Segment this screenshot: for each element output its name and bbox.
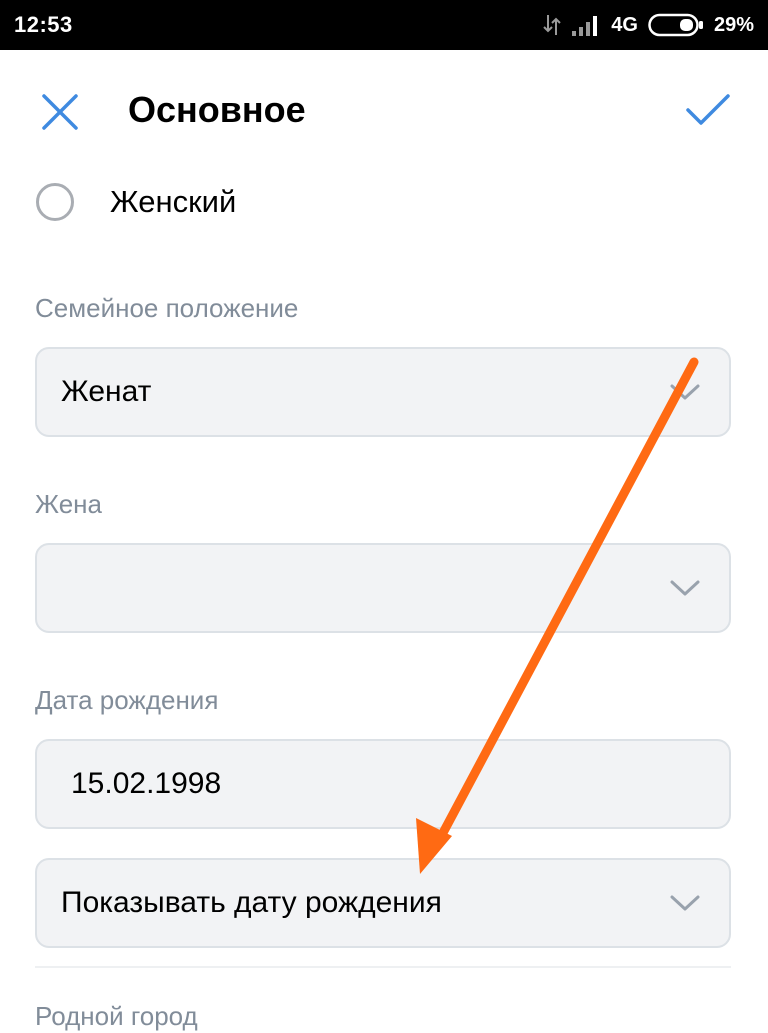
page-title: Основное — [128, 89, 306, 130]
data-transfer-icon — [543, 15, 561, 35]
close-icon — [42, 94, 78, 130]
radio-button-icon[interactable] — [36, 183, 74, 221]
network-type: 4G — [611, 13, 638, 36]
spouse-label: Жена — [35, 489, 102, 519]
hometown-label: Родной город — [35, 1001, 198, 1031]
checkmark-icon — [686, 94, 730, 125]
gender-option-female[interactable]: Женский — [36, 178, 236, 226]
spouse-select[interactable] — [35, 543, 731, 633]
chevron-down-icon — [669, 379, 701, 405]
marital-status-label: Семейное положение — [35, 293, 299, 323]
birth-date-value: 15.02.1998 — [71, 767, 222, 800]
birth-date-label: Дата рождения — [35, 685, 219, 715]
marital-status-select[interactable]: Женат — [35, 347, 731, 437]
gender-option-label: Женский — [110, 184, 237, 219]
status-time: 12:53 — [14, 12, 73, 37]
birth-date-visibility-value: Показывать дату рождения — [61, 886, 442, 919]
battery-icon — [648, 13, 703, 37]
status-icons: 4G 29% — [543, 10, 754, 40]
save-button[interactable] — [680, 86, 736, 134]
status-bar: 12:53 4G 29% — [0, 0, 768, 50]
signal-strength-icon — [572, 16, 598, 36]
marital-status-value: Женат — [61, 375, 152, 408]
battery-percentage: 29% — [713, 13, 754, 36]
chevron-down-icon — [669, 575, 701, 601]
close-button[interactable] — [36, 88, 84, 136]
section-divider — [35, 966, 731, 968]
birth-date-input[interactable]: 15.02.1998 — [35, 739, 731, 829]
birth-date-visibility-select[interactable]: Показывать дату рождения — [35, 858, 731, 948]
chevron-down-icon — [669, 890, 701, 916]
